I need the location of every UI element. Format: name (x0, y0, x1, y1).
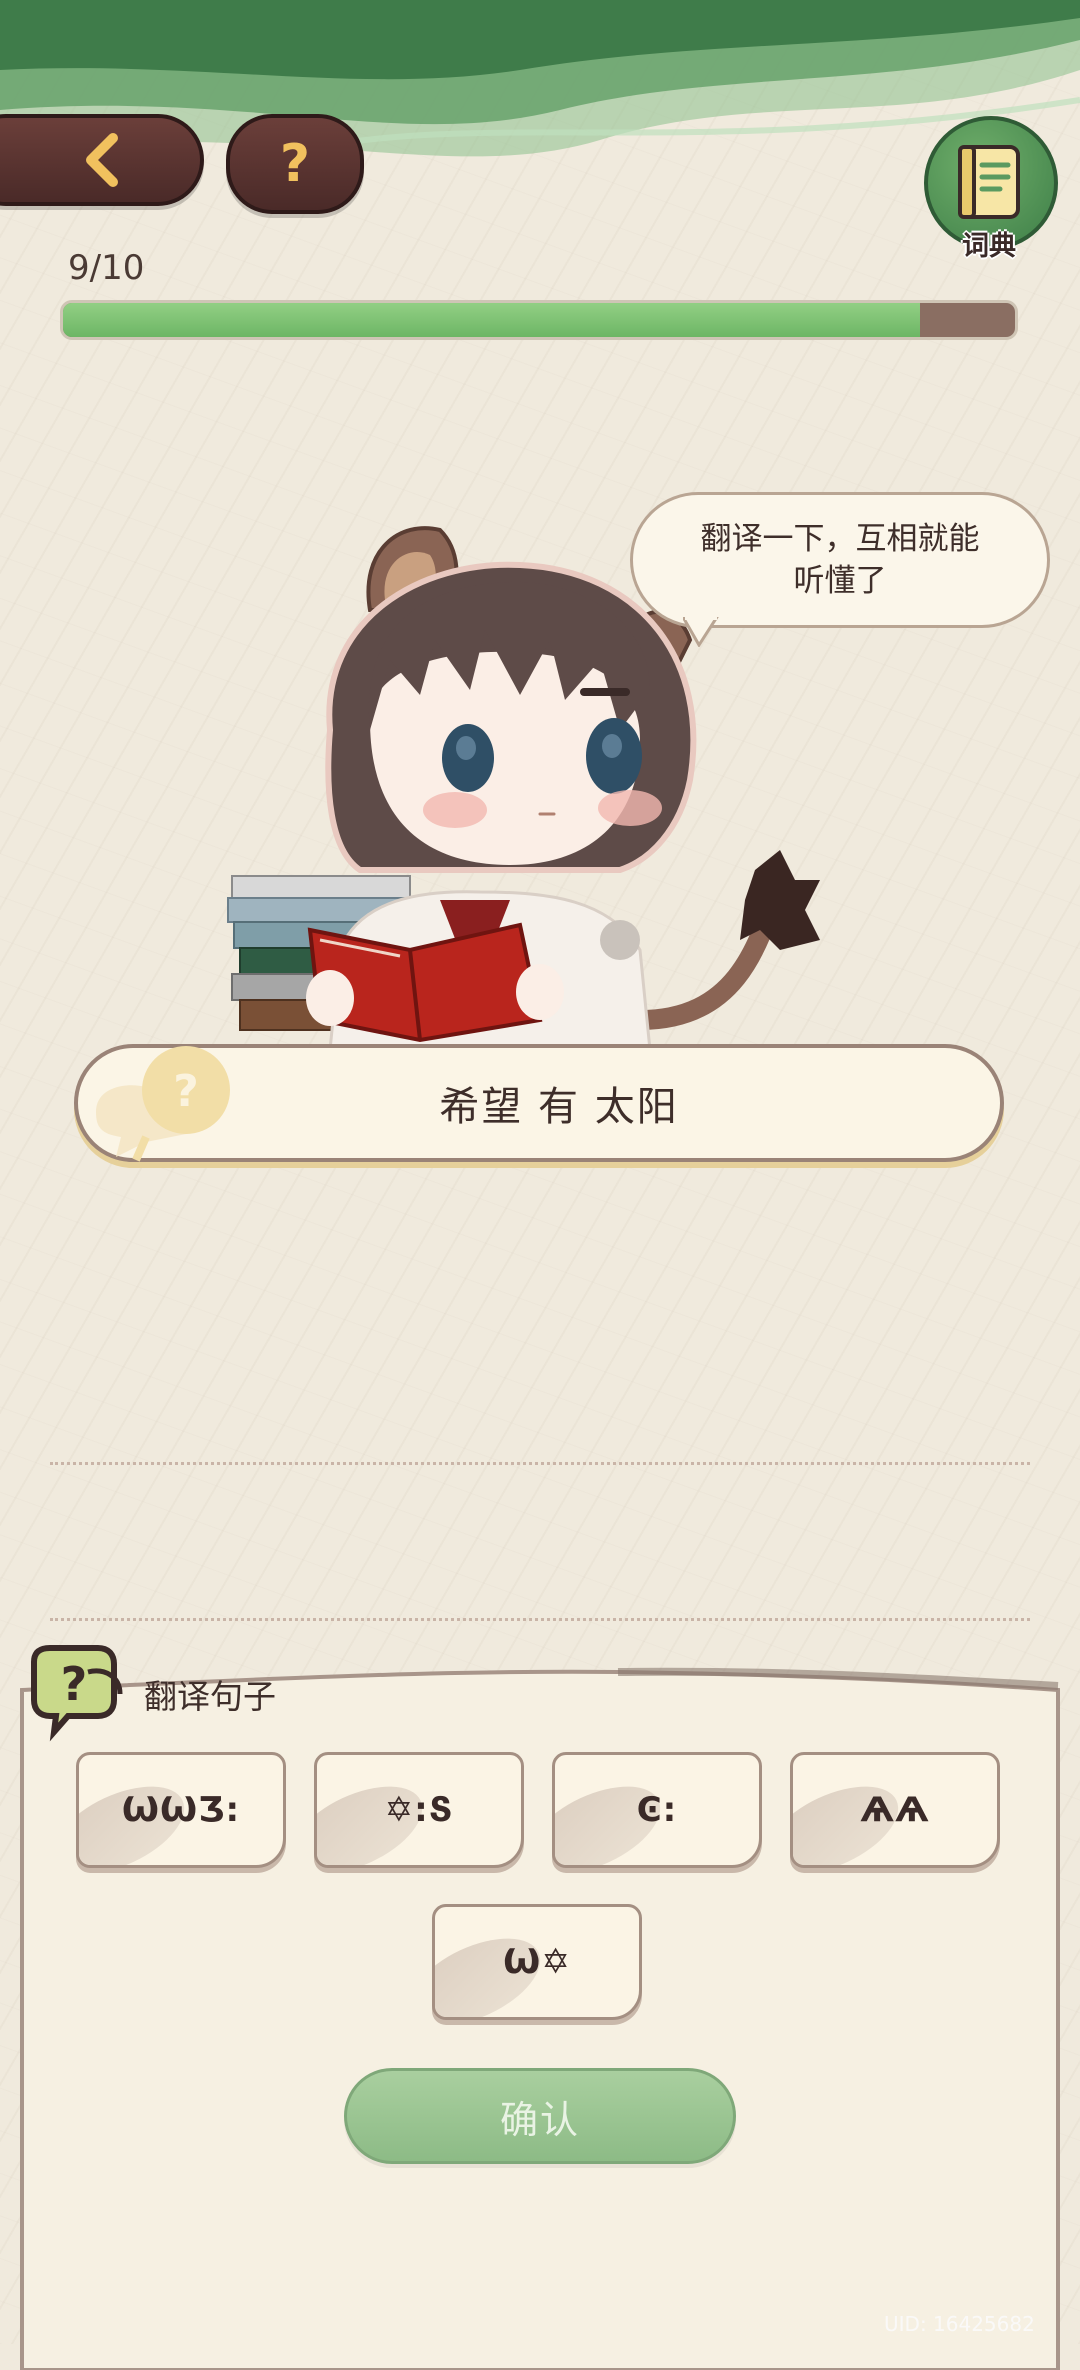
dictionary-label: 词典 (962, 231, 1016, 262)
word-tile[interactable]: ѠѠƷ: (76, 1752, 286, 1868)
progress-counter: 9/10 (68, 248, 145, 288)
section-title: 翻译句子 (144, 1677, 276, 1716)
speech-bubble: 翻译一下，互相就能 听懂了 (630, 492, 1050, 647)
word-tile[interactable]: ѦѦ (790, 1752, 1000, 1868)
speech-line-2: 听懂了 (793, 563, 887, 599)
sentence-panel: ? 希望 有 太阳 (74, 1044, 1004, 1162)
word-tile[interactable]: Ѡ✡ (432, 1904, 642, 2020)
answer-area[interactable] (50, 1466, 1030, 1616)
help-button[interactable]: ? (226, 114, 364, 214)
speech-line-1: 翻译一下，互相就能 (700, 521, 980, 557)
word-tile-text: Ѡ✡ (503, 1942, 571, 1982)
chevron-left-icon (86, 133, 118, 187)
translate-sentence-icon: ? (31, 1645, 123, 1742)
word-tile-text: ✡:Տ (384, 1790, 454, 1830)
source-sentence: 希望 有 太阳 (439, 1084, 679, 1130)
confirm-button[interactable]: 确认 (344, 2068, 736, 2164)
speech-tail (683, 617, 719, 647)
answer-line-bottom (50, 1618, 1030, 1621)
back-button[interactable] (0, 114, 204, 206)
word-tile-text: ѠѠƷ: (121, 1790, 241, 1830)
word-tile[interactable]: Ͼ: (552, 1752, 762, 1868)
word-tile-text: Ͼ: (636, 1790, 678, 1830)
answer-line-top (50, 1462, 1030, 1465)
progress-bar-fill (63, 303, 920, 337)
svg-text:?: ? (61, 1657, 88, 1711)
dictionary-button[interactable]: 词典 (924, 116, 1058, 266)
progress-bar (60, 300, 1018, 340)
question-icon: ? (279, 134, 311, 194)
book-icon (958, 145, 1020, 219)
word-tile-text: ѦѦ (860, 1790, 930, 1830)
uid-watermark: UID: 16425682 (884, 2312, 1035, 2336)
word-tile[interactable]: ✡:Տ (314, 1752, 524, 1868)
